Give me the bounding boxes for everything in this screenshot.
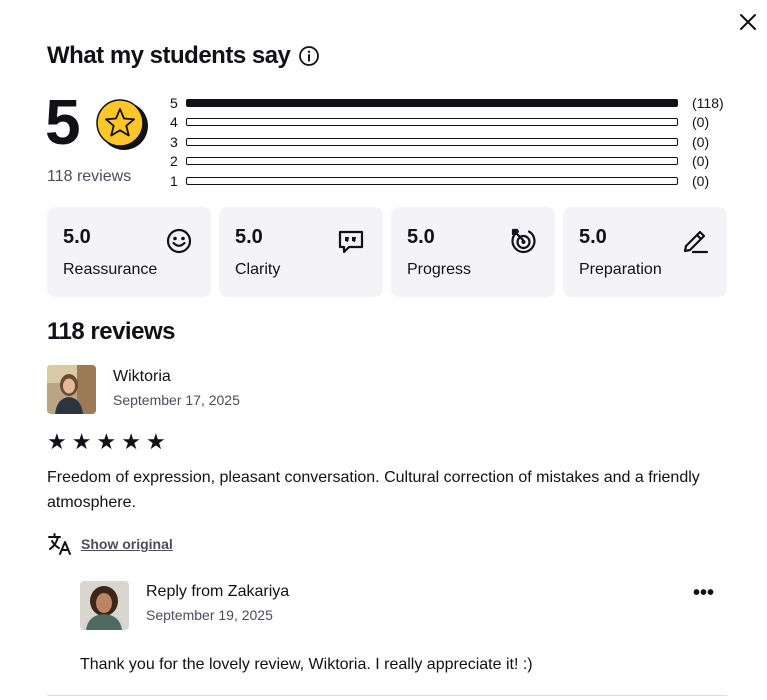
- category-ratings: 5.0 Reassurance 5.0 Clarity 5.0 Progress: [47, 207, 727, 297]
- category-score: 5.0: [235, 226, 263, 248]
- histogram-bar-fill: [187, 99, 677, 106]
- histogram-bar: [186, 118, 678, 127]
- category-name: Preparation: [579, 261, 662, 278]
- title-row: What my students say: [47, 42, 320, 70]
- category-name: Clarity: [235, 261, 281, 278]
- category-card-preparation: 5.0 Preparation: [563, 207, 727, 297]
- histogram-count: (118): [692, 94, 724, 111]
- reviewer-avatar[interactable]: [47, 365, 96, 414]
- histogram-bar: [186, 98, 678, 107]
- review-stars: ★ ★ ★ ★ ★: [47, 430, 166, 454]
- star-icon: ★: [47, 429, 67, 454]
- category-name: Progress: [407, 261, 472, 278]
- histogram-row: 3 (0): [170, 132, 726, 152]
- category-score: 5.0: [63, 226, 91, 248]
- reply-date: September 19, 2025: [146, 607, 273, 623]
- info-icon[interactable]: [298, 45, 320, 67]
- show-original-button[interactable]: Show original: [47, 532, 173, 556]
- histogram-bar: [186, 176, 678, 185]
- star-icon: ★: [71, 429, 92, 454]
- translate-icon: [48, 533, 71, 555]
- histogram-star-label: 2: [170, 153, 178, 170]
- category-card-clarity: 5.0 Clarity: [219, 207, 383, 297]
- histogram-star-label: 5: [170, 94, 178, 111]
- smile-icon: [166, 228, 192, 254]
- category-card-reassurance: 5.0 Reassurance: [47, 207, 211, 297]
- more-options-button[interactable]: •••: [693, 582, 717, 604]
- histogram-star-label: 1: [170, 172, 178, 189]
- star-icon: ★: [96, 429, 117, 454]
- reviews-heading: 118 reviews: [47, 318, 175, 345]
- reply-author: Reply from Zakariya: [146, 583, 290, 600]
- review-date: September 17, 2025: [113, 392, 240, 408]
- tutor-avatar[interactable]: [80, 581, 129, 630]
- overall-score: 5: [45, 86, 81, 158]
- histogram-row: 2 (0): [170, 152, 726, 172]
- star-icon: ★: [145, 429, 166, 454]
- close-button[interactable]: [736, 10, 760, 34]
- progress-target-icon: [511, 228, 536, 254]
- category-score: 5.0: [407, 226, 435, 248]
- histogram-count: (0): [692, 133, 710, 150]
- rating-histogram: 5 (118) 4 (0) 3 (0) 2 (0) 1 (0): [170, 93, 726, 191]
- reply-text: Thank you for the lovely review, Wiktori…: [80, 656, 533, 673]
- histogram-star-label: 3: [170, 133, 178, 150]
- pencil-icon: [683, 230, 709, 254]
- close-icon: [740, 14, 756, 30]
- histogram-star-label: 4: [170, 114, 178, 131]
- category-name: Reassurance: [63, 261, 158, 278]
- show-original-link[interactable]: Show original: [81, 536, 173, 552]
- divider: [47, 695, 727, 696]
- chat-bubble-icon: [338, 230, 364, 254]
- histogram-row: 4 (0): [170, 113, 726, 133]
- histogram-row: 1 (0): [170, 171, 726, 191]
- star-icon: ★: [121, 429, 141, 454]
- reviewer-name: Wiktoria: [113, 368, 171, 385]
- histogram-count: (0): [692, 114, 710, 131]
- category-card-progress: 5.0 Progress: [391, 207, 555, 297]
- page-title: What my students say: [47, 42, 291, 69]
- histogram-count: (0): [692, 172, 710, 189]
- histogram-bar: [186, 137, 678, 146]
- histogram-count: (0): [692, 153, 710, 170]
- review-text: Freedom of expression, pleasant conversa…: [47, 469, 700, 511]
- category-score: 5.0: [579, 226, 607, 248]
- reviews-count: 118 reviews: [47, 168, 132, 185]
- histogram-row: 5 (118): [170, 93, 726, 113]
- histogram-bar: [186, 157, 678, 166]
- gold-star-badge-icon: [93, 98, 149, 150]
